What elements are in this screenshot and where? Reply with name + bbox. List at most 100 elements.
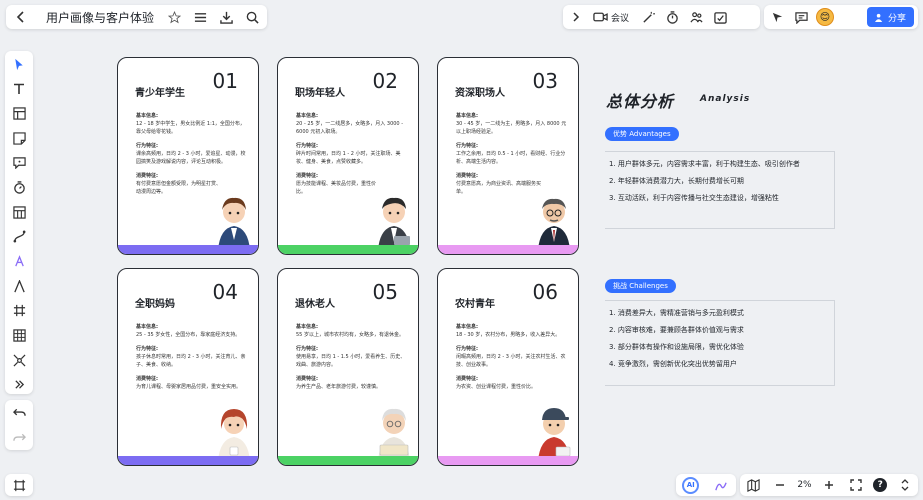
list-item: 1. 用户群体多元，内容需求丰富，利于构建生态、吸引创作者 bbox=[609, 160, 800, 168]
behavior-text: 工作之余用，日均 0.5 - 1 小时，看财经、行业分析、高端生活内容。 bbox=[456, 151, 566, 165]
back-icon[interactable] bbox=[12, 8, 30, 26]
stopwatch-icon[interactable] bbox=[9, 178, 29, 197]
card-title: 退休老人 bbox=[295, 299, 335, 310]
collapse-icon[interactable] bbox=[896, 476, 914, 494]
consume-text: 有付费意愿但金额受限，为明星打赏、动漫周边等。 bbox=[136, 181, 222, 195]
persona-card-4[interactable]: 全职妈妈 04 基本信息: 25 - 35 岁女性，全国分布，靠家庭经济支持。 行… bbox=[117, 268, 259, 466]
card-body: 基本信息: 25 - 35 岁女性，全国分布，靠家庭经济支持。 行为特征: 孩子休息… bbox=[136, 323, 248, 397]
persona-card-5[interactable]: 退休老人 05 基本信息: 55 岁以上，城市农村均有，女略多，有退休金。 行为特… bbox=[277, 268, 419, 466]
advantages-list: 1. 用户群体多元，内容需求丰富，利于构建生态、吸引创作者 2. 年轻群体消费潜… bbox=[605, 151, 835, 229]
frame-overview-icon bbox=[13, 479, 25, 491]
behavior-heading: 行为特征: bbox=[456, 143, 478, 149]
basic-heading: 基本信息: bbox=[456, 113, 478, 119]
left-toolbar bbox=[5, 51, 33, 394]
help-button[interactable]: ? bbox=[873, 478, 888, 492]
download-icon[interactable] bbox=[217, 8, 235, 26]
collab-toolbar: 会议 bbox=[563, 5, 760, 29]
frame-tool-icon[interactable] bbox=[9, 301, 29, 320]
pen-draw-icon[interactable] bbox=[712, 476, 730, 494]
persona-card-2[interactable]: 职场年轻人 02 基本信息: 20 - 25 岁，一二线居多，女略多，月入 300… bbox=[277, 57, 419, 255]
analysis-title: 总体分析 bbox=[606, 92, 675, 111]
basic-text: 25 - 35 岁女性，全国分布，靠家庭经济支持。 bbox=[136, 332, 241, 338]
office-worker-figure bbox=[378, 197, 410, 250]
grid-table-icon[interactable] bbox=[9, 326, 29, 345]
connector-icon[interactable] bbox=[9, 227, 29, 246]
card-title: 职场年轻人 bbox=[295, 88, 345, 99]
advantages-pill: 优势 Advantages bbox=[605, 127, 679, 141]
share-button[interactable]: 分享 bbox=[866, 7, 914, 27]
cursor-follow-icon[interactable] bbox=[768, 8, 786, 26]
basic-heading: 基本信息: bbox=[136, 324, 158, 330]
persona-card-1[interactable]: 青少年学生 01 基本信息: 12 - 18 岁中学生，男女比例近 1:1，全国分… bbox=[117, 57, 259, 255]
card-body: 基本信息: 18 - 30 岁，农村分布，男略多，收入差异大。 行为特征: 闲暇高频… bbox=[456, 323, 568, 397]
timer-icon[interactable] bbox=[663, 8, 681, 26]
behavior-text: 碎片时间常用，日均 1 - 2 小时，关注职场、美妆、健身、美食，点赞收藏多。 bbox=[296, 151, 401, 165]
list-item: 2. 内容审核难，要兼顾各群体价值观与需求 bbox=[609, 326, 744, 334]
card-body: 基本信息: 20 - 25 岁，一二线居多，女略多，月入 3000 - 6000 … bbox=[296, 112, 408, 202]
persona-card-6[interactable]: 农村青年 06 基本信息: 18 - 30 岁，农村分布，男略多，收入差异大。 行… bbox=[437, 268, 579, 466]
share-label: 分享 bbox=[887, 13, 906, 24]
analysis-subtitle: Analysis bbox=[700, 94, 751, 104]
behavior-text: 闲暇高频用，日均 2 - 3 小时，关注农村生活、农技、创业故事。 bbox=[456, 354, 566, 368]
more-tools-icon[interactable] bbox=[9, 375, 29, 394]
consume-heading: 消费特征: bbox=[296, 376, 318, 382]
ai-tools: AI bbox=[676, 474, 736, 496]
magic-wand-icon[interactable] bbox=[639, 8, 657, 26]
basic-heading: 基本信息: bbox=[296, 113, 318, 119]
participants-icon[interactable] bbox=[687, 8, 705, 26]
mindmap-icon[interactable] bbox=[9, 351, 29, 370]
section-tool-icon[interactable] bbox=[9, 104, 29, 123]
zoom-level[interactable]: 2% bbox=[797, 480, 811, 490]
rural-youth-figure bbox=[538, 408, 571, 461]
consume-text: 为农资、创业课程付费，重性价比。 bbox=[456, 384, 537, 390]
basic-text: 20 - 25 岁，一二线居多，女略多，月入 3000 - 6000 元初入职场… bbox=[296, 121, 404, 135]
undo-redo-group bbox=[5, 400, 33, 450]
card-body: 基本信息: 55 岁以上，城市农村均有，女略多，有退休金。 行为特征: 使用易享，日… bbox=[296, 323, 408, 397]
text-tool-icon[interactable] bbox=[9, 80, 29, 99]
chevron-right-icon[interactable] bbox=[567, 8, 585, 26]
senior-professional-figure bbox=[538, 198, 570, 250]
card-body: 基本信息: 30 - 45 岁，一二线为主，男略多，月入 8000 元以上职场经验… bbox=[456, 112, 568, 202]
video-meeting-icon[interactable] bbox=[591, 8, 609, 26]
meeting-label[interactable]: 会议 bbox=[611, 11, 629, 24]
card-accent-bar bbox=[438, 245, 578, 254]
doc-header: 用户画像与客户体验 bbox=[6, 5, 267, 29]
basic-text: 30 - 45 岁，一二线为主，男略多，月入 8000 元以上职场经验足。 bbox=[456, 121, 567, 135]
card-title: 农村青年 bbox=[455, 299, 495, 310]
student-figure bbox=[218, 197, 250, 250]
undo-icon[interactable] bbox=[10, 404, 28, 422]
comment-icon[interactable] bbox=[792, 8, 810, 26]
sticky-note-icon[interactable] bbox=[9, 129, 29, 148]
pen-tool-icon[interactable] bbox=[9, 277, 29, 296]
menu-icon[interactable] bbox=[191, 8, 209, 26]
ai-assistant-button[interactable]: AI bbox=[682, 476, 700, 494]
behavior-heading: 行为特征: bbox=[136, 143, 158, 149]
basic-text: 55 岁以上，城市农村均有，女略多，有退休金。 bbox=[296, 332, 404, 338]
card-number: 04 bbox=[212, 280, 238, 304]
persona-card-3[interactable]: 资深职场人 03 基本信息: 30 - 45 岁，一二线为主，男略多，月入 800… bbox=[437, 57, 579, 255]
star-icon[interactable] bbox=[165, 8, 183, 26]
share-toolbar: 😊 分享 bbox=[764, 5, 918, 29]
consume-heading: 消费特征: bbox=[296, 173, 318, 179]
zoom-in-icon[interactable] bbox=[820, 476, 838, 494]
card-accent-bar bbox=[118, 456, 258, 465]
frame-overview-button[interactable] bbox=[5, 474, 33, 496]
select-cursor-icon[interactable] bbox=[9, 55, 29, 74]
card-accent-bar bbox=[278, 245, 418, 254]
list-item: 1. 消费差异大，需精准营销与多元盈利模式 bbox=[609, 309, 744, 317]
redo-icon[interactable] bbox=[10, 429, 28, 447]
behavior-heading: 行为特征: bbox=[296, 143, 318, 149]
consume-heading: 消费特征: bbox=[456, 376, 478, 382]
ai-shape-icon[interactable] bbox=[9, 252, 29, 271]
search-icon[interactable] bbox=[243, 8, 261, 26]
doc-title[interactable]: 用户画像与客户体验 bbox=[46, 9, 157, 26]
table-view-icon[interactable] bbox=[9, 203, 29, 222]
card-number: 02 bbox=[372, 69, 398, 93]
chat-bubble-icon[interactable] bbox=[9, 154, 29, 173]
task-check-icon[interactable] bbox=[711, 8, 729, 26]
map-icon[interactable] bbox=[744, 476, 762, 494]
fit-screen-icon[interactable] bbox=[847, 476, 865, 494]
zoom-out-icon[interactable] bbox=[771, 476, 789, 494]
avatar[interactable]: 😊 bbox=[816, 8, 834, 26]
challenges-pill: 挑战 Challenges bbox=[605, 279, 676, 293]
